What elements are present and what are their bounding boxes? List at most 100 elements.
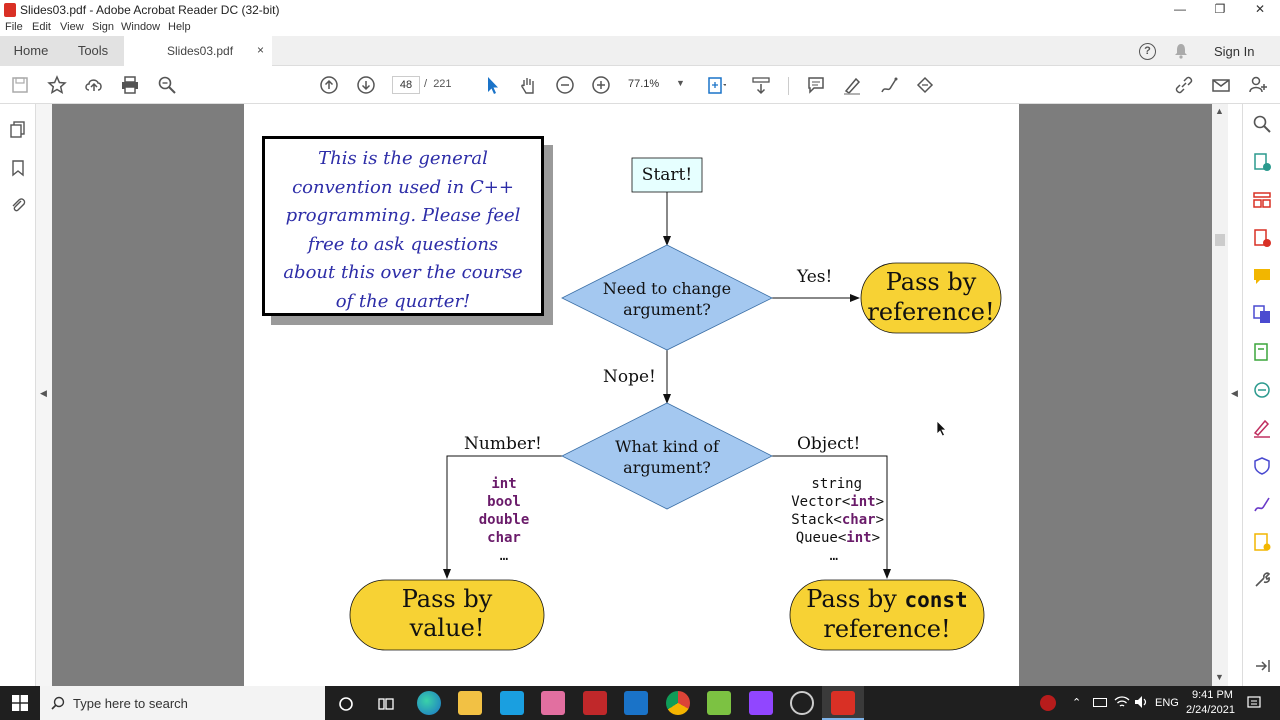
scroll-up-icon[interactable]: ▲ [1215,106,1224,116]
scrollbar-thumb[interactable] [1215,234,1225,246]
attachments-icon[interactable] [9,196,27,214]
twitch-icon[interactable] [749,691,773,715]
tab-tools[interactable]: Tools [62,36,124,66]
toolbar: 48 / 221 77.1% ▼ [0,67,1280,104]
scan-ocr-icon[interactable] [1252,380,1272,400]
wifi-icon[interactable] [1114,695,1130,709]
pdf-page: This is the general convention used in C… [244,104,1019,686]
menu-file[interactable]: File [5,21,23,33]
email-icon[interactable] [1211,75,1231,95]
taskbar-search-box[interactable]: Type here to search [40,686,325,720]
task-view-icon[interactable] [378,696,394,712]
draw-signature-icon[interactable] [879,75,899,95]
menu-edit[interactable]: Edit [32,21,51,33]
scroll-mode-icon[interactable] [751,75,771,95]
sign-in-button[interactable]: Sign In [1214,44,1254,59]
scroll-down-icon[interactable]: ▼ [1215,672,1224,682]
fill-and-sign-icon[interactable] [1252,418,1272,438]
bookmarks-icon[interactable] [9,159,27,177]
next-page-icon[interactable] [356,75,376,95]
bookmark-star-icon[interactable] [47,75,67,95]
more-tools-icon[interactable] [1252,570,1272,590]
change-argument-label: Need to change argument? [602,279,732,319]
acrobat-app-icon [4,3,16,17]
menu-view[interactable]: View [60,21,84,33]
zoom-level-input[interactable]: 77.1% [628,78,659,90]
page-number-input[interactable]: 48 [392,76,420,94]
tab-document[interactable]: Slides03.pdf × [124,36,272,66]
edge-browser-icon[interactable] [417,691,441,715]
edit-pdf-icon[interactable] [1252,342,1272,362]
comment-icon[interactable] [806,75,826,95]
find-zoom-icon[interactable] [157,75,177,95]
document-viewport[interactable]: This is the general convention used in C… [52,104,1212,686]
request-signature-icon[interactable] [1252,494,1272,514]
tray-app-icon[interactable] [1040,695,1056,711]
tab-document-label: Slides03.pdf [167,44,234,58]
fill-sign-icon[interactable] [915,75,935,95]
menu-sign[interactable]: Sign [92,21,114,33]
add-person-icon[interactable] [1248,75,1268,95]
cloud-upload-icon[interactable] [84,75,104,95]
app-red-icon[interactable] [583,691,607,715]
windows-taskbar: Type here to search ⌃ ENG 9:41 PM 2/24/2… [0,686,1280,720]
tab-home[interactable]: Home [0,36,62,66]
zoom-in-icon[interactable] [591,75,611,95]
organize-pages-icon[interactable] [1252,190,1272,210]
tab-bar: Home Tools Slides03.pdf × ? Sign In [0,36,1280,66]
window-title: Slides03.pdf - Adobe Acrobat Reader DC (… [20,3,280,17]
fit-page-icon[interactable] [706,75,726,95]
mail-icon[interactable] [624,691,648,715]
menu-help[interactable]: Help [168,21,191,33]
volume-icon[interactable] [1134,695,1148,709]
combine-files-icon[interactable] [1252,304,1272,324]
taskbar-search-placeholder: Type here to search [73,696,188,711]
search-icon[interactable] [1252,114,1272,134]
comment-tool-icon[interactable] [1252,266,1272,286]
zoom-out-icon[interactable] [555,75,575,95]
page-count: / 221 [424,78,452,90]
tray-overflow-icon[interactable]: ⌃ [1072,696,1081,709]
app-l-icon[interactable] [500,691,524,715]
hand-tool-icon[interactable] [518,75,538,95]
send-for-review-icon[interactable] [1252,532,1272,552]
page-thumbnails-icon[interactable] [9,120,27,138]
chevron-left-icon: ◀ [40,388,47,398]
acrobat-taskbar-button[interactable] [822,686,864,720]
right-pane-toggle[interactable]: ◀ [1228,104,1242,686]
clock-date[interactable]: 2/24/2021 [1186,704,1235,716]
number-type-list: int bool double char … [478,476,530,564]
zoom-dropdown-icon[interactable]: ▼ [676,78,685,88]
battery-icon[interactable] [1093,698,1107,707]
print-icon[interactable] [120,75,140,95]
maximize-button[interactable]: ❐ [1200,0,1240,20]
export-pdf-icon[interactable] [1252,152,1272,172]
clock-time[interactable]: 9:41 PM [1192,689,1233,701]
protect-shield-icon[interactable] [1252,456,1272,476]
app-green-icon[interactable] [707,691,731,715]
save-icon[interactable] [10,75,30,95]
file-explorer-icon[interactable] [458,691,482,715]
close-window-button[interactable]: ✕ [1240,0,1280,20]
minimize-button[interactable]: — [1160,0,1200,20]
create-pdf-icon[interactable] [1252,228,1272,248]
left-pane-toggle[interactable]: ◀ [36,104,52,686]
vertical-scrollbar[interactable]: ▲ ▼ [1212,104,1228,686]
previous-page-icon[interactable] [319,75,339,95]
share-link-icon[interactable] [1174,75,1194,95]
cortana-icon[interactable] [338,696,354,712]
input-language[interactable]: ENG [1155,697,1179,709]
highlight-pen-icon[interactable] [842,75,862,95]
notification-bell-icon[interactable] [1173,43,1189,59]
notification-center-icon[interactable] [1247,696,1261,710]
menu-window[interactable]: Window [121,21,160,33]
windows-start-icon[interactable] [12,695,28,711]
collapse-panel-icon[interactable] [1252,656,1272,676]
help-icon[interactable]: ? [1139,43,1156,60]
app-clock-icon[interactable] [790,691,814,715]
close-tab-icon[interactable]: × [257,43,264,57]
app-pink-icon[interactable] [541,691,565,715]
pass-by-reference-label: Pass by reference! [867,268,995,326]
select-cursor-icon[interactable] [482,75,502,95]
chrome-icon[interactable] [666,691,690,715]
